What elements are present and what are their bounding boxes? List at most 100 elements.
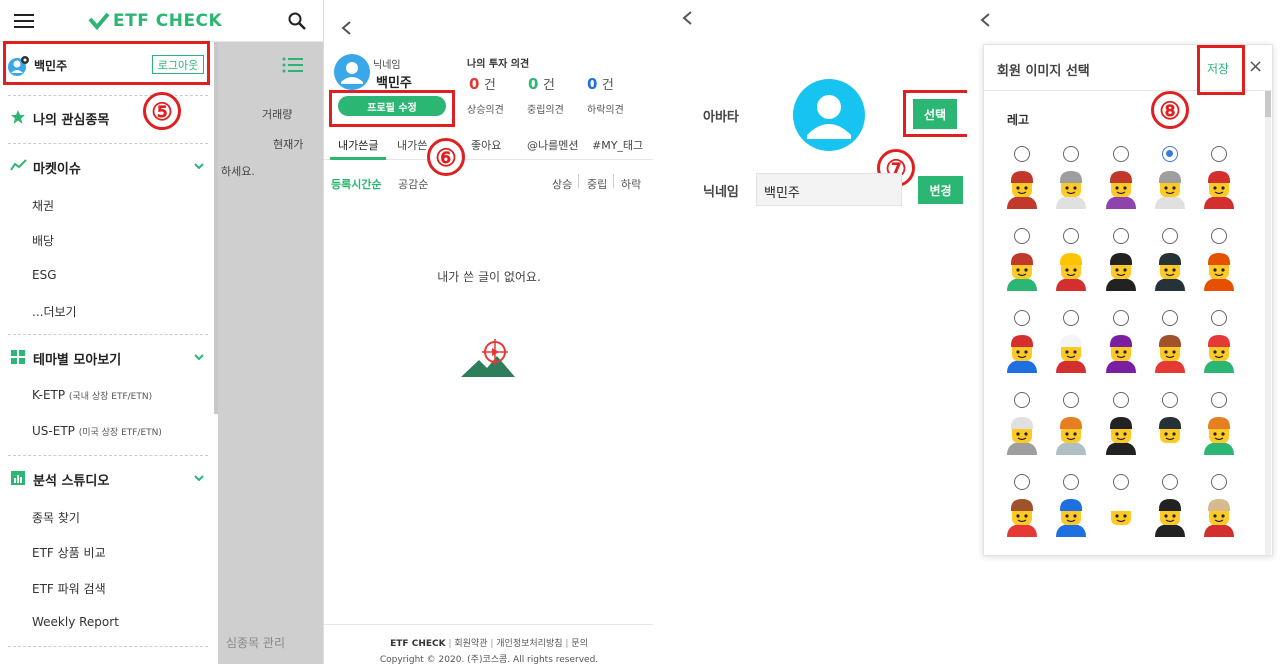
cap-man-icon[interactable] (1005, 333, 1039, 373)
step-marker: ⑧ (1151, 91, 1189, 129)
modal-scrollbar-track[interactable] (1265, 91, 1271, 555)
back-arrow-icon[interactable] (979, 12, 991, 28)
tab-my-comments[interactable]: 내가쓴 (397, 137, 427, 153)
hamburger-menu-icon[interactable] (14, 14, 34, 28)
footer-link-privacy[interactable]: 개인정보처리방침 (496, 639, 562, 649)
avatar-radio[interactable] (1113, 474, 1129, 490)
gray-bald-man-icon[interactable] (1054, 169, 1088, 209)
avatar-radio[interactable] (1211, 310, 1227, 326)
police-officer-icon[interactable] (1153, 251, 1187, 291)
grid-icon (11, 350, 25, 364)
filter-fall[interactable]: 하락 (621, 176, 641, 192)
avatar-radio[interactable] (1063, 146, 1079, 162)
menu-item-more[interactable]: ...더보기 (32, 303, 77, 320)
avatar-radio[interactable] (1063, 310, 1079, 326)
filter-neutral[interactable]: 중립 (587, 176, 607, 192)
back-arrow-icon[interactable] (340, 20, 352, 36)
chevron-down-icon[interactable] (193, 351, 205, 363)
footer-link-contact[interactable]: 문의 (571, 639, 588, 649)
chevron-down-icon[interactable] (193, 160, 205, 172)
menu-watchlist[interactable]: 나의 관심종목 (33, 109, 109, 128)
avatar-radio[interactable] (1113, 392, 1129, 408)
menu-market-issue[interactable]: 마켓이슈 (33, 158, 81, 177)
avatar-radio[interactable] (1162, 228, 1178, 244)
curly-man-icon[interactable] (1153, 333, 1187, 373)
back-arrow-icon[interactable] (681, 10, 693, 26)
nickname-label: 닉네임 (703, 185, 739, 200)
menu-divider (8, 455, 208, 456)
brown-hair-man-icon[interactable] (1005, 169, 1039, 209)
avatar-radio[interactable] (1211, 146, 1227, 162)
footer-link-brand[interactable]: ETF CHECK (390, 639, 445, 649)
change-nickname-button[interactable]: 변경 (918, 176, 963, 204)
orange-hair-woman-icon[interactable] (1054, 415, 1088, 455)
avatar-radio[interactable] (1211, 392, 1227, 408)
menu-item-k-etp[interactable]: K-ETP (국내 상장 ETF/ETN) (32, 388, 152, 402)
sort-recent[interactable]: 등록시간순 (331, 176, 382, 192)
goggles-man-icon[interactable] (1202, 333, 1236, 373)
chevron-down-icon[interactable] (193, 472, 205, 484)
nickname-input[interactable]: 백민주 (756, 173, 902, 206)
cap-mustache-man-icon[interactable] (1054, 497, 1088, 537)
avatar-radio[interactable] (1014, 392, 1030, 408)
top-bar: ETF CHECK (0, 0, 323, 42)
avatar-radio[interactable] (1211, 474, 1227, 490)
avatar-radio[interactable] (1162, 392, 1178, 408)
avatar-radio[interactable] (1063, 392, 1079, 408)
sunglasses-man-icon[interactable] (1104, 415, 1138, 455)
pirate-icon[interactable] (1104, 251, 1138, 291)
filter-rise[interactable]: 상승 (552, 176, 572, 192)
purple-hair-woman-icon[interactable] (1104, 333, 1138, 373)
beret-man-icon[interactable] (1153, 415, 1187, 455)
tab-my-tags[interactable]: #MY_태그 (592, 137, 643, 153)
scrollbar[interactable] (214, 42, 218, 414)
black-hair-woman-icon[interactable] (1153, 497, 1187, 537)
pigtail-girl-icon[interactable] (1104, 169, 1138, 209)
menu-studio[interactable]: 분석 스튜디오 (33, 470, 109, 489)
close-icon[interactable]: × (1248, 56, 1263, 77)
step-marker: ⑥ (427, 138, 465, 176)
search-icon[interactable] (288, 12, 306, 30)
sort-empathy[interactable]: 공감순 (398, 176, 428, 192)
avatar-radio[interactable] (1211, 228, 1227, 244)
orange-beanie-man-icon[interactable] (1202, 415, 1236, 455)
old-man-glasses-icon[interactable] (1153, 169, 1187, 209)
menu-item-power-search[interactable]: ETF 파워 검색 (32, 580, 106, 597)
menu-item-esg[interactable]: ESG (32, 268, 57, 282)
red-hair-woman-icon[interactable] (1202, 169, 1236, 209)
skeleton-icon[interactable] (1005, 415, 1039, 455)
menu-item-compare[interactable]: ETF 상품 비교 (32, 544, 106, 561)
astronaut-icon[interactable] (1054, 333, 1088, 373)
tab-likes[interactable]: 좋아요 (471, 137, 501, 153)
avatar-radio[interactable] (1014, 146, 1030, 162)
avatar-radio[interactable] (1063, 228, 1079, 244)
dim-overlay[interactable]: 거래량 현재가 하세요. 심종목 관리 (218, 42, 323, 664)
avatar-radio[interactable] (1162, 474, 1178, 490)
firefighter-icon[interactable] (1202, 251, 1236, 291)
avatar-radio[interactable] (1014, 474, 1030, 490)
avatar-radio[interactable] (1113, 146, 1129, 162)
avatar-radio[interactable] (1113, 310, 1129, 326)
tab-my-posts[interactable]: 내가쓴글 (338, 137, 378, 153)
menu-item-us-etp[interactable]: US-ETP (미국 상장 ETF/ETN) (32, 424, 162, 438)
menu-item-dividend[interactable]: 배당 (32, 232, 54, 249)
menu-theme[interactable]: 테마별 모아보기 (33, 349, 121, 368)
tab-mentions[interactable]: @나를멘션 (527, 137, 578, 153)
avatar-radio[interactable] (1014, 310, 1030, 326)
avatar-radio[interactable] (1162, 310, 1178, 326)
menu-item-weekly[interactable]: Weekly Report (32, 615, 119, 629)
avatar-radio[interactable] (1113, 228, 1129, 244)
menu-item-find[interactable]: 종목 찾기 (32, 509, 80, 526)
avatar-radio[interactable] (1063, 474, 1079, 490)
logo-check-icon (88, 12, 110, 30)
woman-red-shirt-icon[interactable] (1005, 497, 1039, 537)
app-logo[interactable]: ETF CHECK (113, 11, 222, 31)
avatar-radio[interactable] (1014, 228, 1030, 244)
bald-man-icon[interactable] (1054, 251, 1088, 291)
sombrero-man-icon[interactable] (1005, 251, 1039, 291)
footer-link-terms[interactable]: 회원약관 (454, 639, 487, 649)
avatar-radio[interactable] (1162, 146, 1178, 162)
chef-icon[interactable] (1104, 497, 1138, 537)
menu-item-bond[interactable]: 채권 (32, 197, 54, 214)
wizard-icon[interactable] (1202, 497, 1236, 537)
